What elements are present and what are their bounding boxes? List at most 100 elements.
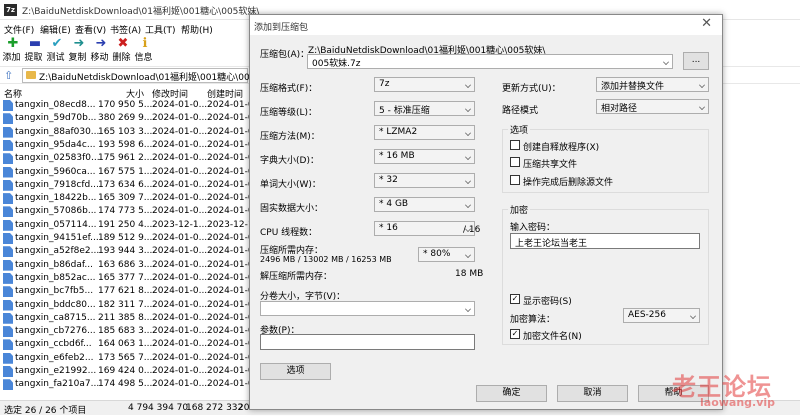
file-size: 189 512 9... [98,233,153,243]
file-row[interactable]: tangxin_59d70b... 380 269 9... 2024-01-0..… [0,112,262,125]
password-input[interactable]: 上老王论坛当老王 [510,233,700,249]
menu-tools[interactable]: 工具(T) [145,23,176,36]
app-logo-icon: 7z [4,4,17,16]
file-row[interactable]: tangxin_08ecd8... 170 950 5... 2024-01-0..… [0,99,262,112]
pathmode-select[interactable]: 相对路径 [596,99,709,114]
file-row[interactable]: tangxin_bddc80... 182 311 7... 2024-01-0..… [0,299,262,312]
file-modified: 2023-12-1... [152,219,208,230]
file-name: tangxin_cb7276... [15,326,96,337]
file-row[interactable]: tangxin_b86daf... 163 686 3... 2024-01-0..… [0,259,262,272]
file-modified: 2024-01-0... [152,206,208,217]
file-size: 191 250 4... [98,219,153,230]
delete-after-checkbox[interactable] [510,175,520,185]
ok-button[interactable]: 确定 [476,385,547,402]
file-row[interactable]: tangxin_02583f0... 175 961 2... 2024-01-0.… [0,152,262,165]
word-label: 单词大小(W)： [260,180,321,190]
file-row[interactable]: tangxin_bc7fb5... 177 621 8... 2024-01-0..… [0,285,262,298]
info-icon: ℹ [142,36,148,51]
enc-method-select[interactable]: AES-256 [623,308,700,323]
chevron-down-icon [465,252,471,258]
file-row[interactable]: tangxin_ca8715... 211 385 8... 2024-01-0..… [0,312,262,325]
file-row[interactable]: tangxin_e6feb2... 173 565 7... 2024-01-0..… [0,352,262,365]
params-input[interactable] [260,334,475,350]
sfx-checkbox[interactable] [510,140,520,150]
file-name: tangxin_94151ef... [15,233,99,243]
file-modified: 2024-01-0... [152,326,208,337]
file-row[interactable]: tangxin_7918cfd... 173 634 6... 2024-01-0.… [0,179,262,192]
cancel-button[interactable]: 取消 [557,385,628,402]
file-icon [3,233,13,244]
file-modified: 2024-01-0... [152,193,208,204]
file-size: 175 961 2... [98,153,153,164]
update-label: 更新方式(U)： [502,84,561,94]
file-size: 185 683 3... [98,326,153,337]
file-row[interactable]: tangxin_94151ef... 189 512 9... 2024-01-0.… [0,232,262,245]
minus-icon: ▬ [28,36,42,51]
close-icon[interactable]: ✕ [701,17,712,31]
chevron-down-icon [663,59,669,65]
file-row[interactable]: tangxin_b852ac... 165 377 7... 2024-01-0..… [0,272,262,285]
show-password-checkbox[interactable]: ✓ [510,294,520,304]
dict-select[interactable]: * 16 MB [374,149,475,164]
file-modified: 2024-01-0... [152,379,208,390]
file-modified: 2024-01-0... [152,352,208,363]
file-list: tangxin_08ecd8... 170 950 5... 2024-01-0..… [0,99,262,399]
file-row[interactable]: tangxin_88af030... 165 103 3... 2024-01-0.… [0,126,262,139]
level-select[interactable]: 5 - 标准压缩 [374,101,475,116]
menu-help[interactable]: 帮助(H) [181,23,213,36]
dialog-title: 添加到压缩包 [254,23,309,33]
status-extra: 20 [238,403,250,413]
file-modified: 2024-01-0... [152,312,208,323]
format-label: 压缩格式(F)： [260,84,318,94]
file-row[interactable]: tangxin_fa210a7... 174 498 5... 2024-01-0.… [0,378,262,391]
file-size: 169 424 0... [98,366,153,376]
file-icon [3,326,13,338]
update-value: 添加并替换文件 [601,82,665,92]
enc-method-label: 加密算法： [510,315,556,325]
update-select[interactable]: 添加并替换文件 [596,77,709,92]
file-row[interactable]: tangxin_e21992... 169 424 0... 2024-01-0..… [0,365,262,378]
dict-label: 字典大小(D)： [260,156,319,166]
file-icon [3,339,13,351]
menu-bookmarks[interactable]: 书签(A) [110,23,141,36]
file-row[interactable]: tangxin_95da4c... 193 598 6... 2024-01-0..… [0,139,262,152]
file-modified: 2024-01-0... [152,126,208,137]
shared-label: 压缩共享文件 [523,160,578,170]
up-folder-icon[interactable]: ⇧ [4,69,18,82]
options-button[interactable]: 选项 [260,363,331,380]
encrypt-names-checkbox[interactable]: ✓ [510,329,520,339]
address-input[interactable]: Z:\BaiduNetdiskDownload\01福利姬\001糖心\005软… [22,68,276,83]
threads-select[interactable]: * 16 [374,221,475,236]
menu-file[interactable]: 文件(F) [4,23,34,36]
file-row[interactable]: tangxin_57086b... 174 773 5... 2024-01-0..… [0,205,262,218]
mem-percent-select[interactable]: * 80% [418,247,475,262]
method-select[interactable]: * LZMA2 [374,125,475,140]
archive-name-combo[interactable]: 005软妹.7z [307,54,673,69]
window-title: Z:\BaiduNetdiskDownload\01福利姬\001糖心\005软… [22,7,260,17]
file-row[interactable]: tangxin_18422b... 165 309 7... 2024-01-0..… [0,192,262,205]
menu-view[interactable]: 查看(V) [75,23,106,36]
options-group-title: 选项 [508,123,531,136]
file-row[interactable]: tangxin_ccbd6f... 164 063 1... 2024-01-0..… [0,338,262,351]
file-row[interactable]: tangxin_057114... 191 250 4... 2023-12-1..… [0,219,262,232]
file-row[interactable]: tangxin_a52f8e2... 193 944 3... 2024-01-0.… [0,245,262,258]
file-row[interactable]: tangxin_cb7276... 185 683 3... 2024-01-0..… [0,325,262,338]
file-row[interactable]: tangxin_5960ca... 167 575 1... 2024-01-0..… [0,166,262,179]
method-value: * LZMA2 [379,127,418,137]
solid-select[interactable]: * 4 GB [374,197,475,212]
browse-button[interactable]: ... [683,52,709,70]
show-password-label: 显示密码(S) [523,297,572,307]
delete-x-icon: ✖ [117,36,129,51]
split-size-combo[interactable] [260,301,475,316]
format-select[interactable]: 7z [374,77,475,92]
shared-checkbox[interactable] [510,157,520,167]
toolbar-info-button[interactable]: ℹ 信息 [134,36,156,66]
menu-edit[interactable]: 编辑(E) [40,23,71,36]
word-select[interactable]: * 32 [374,173,475,188]
file-modified: 2024-01-0... [152,179,208,190]
address-path: Z:\BaiduNetdiskDownload\01福利姬\001糖心\005软… [39,73,277,83]
method-label: 压缩方法(M)： [260,132,320,142]
file-name: tangxin_b852ac... [15,272,96,283]
status-selected: 选定 26 / 26 个项目 [4,406,87,416]
file-name: tangxin_ca8715... [15,312,96,323]
